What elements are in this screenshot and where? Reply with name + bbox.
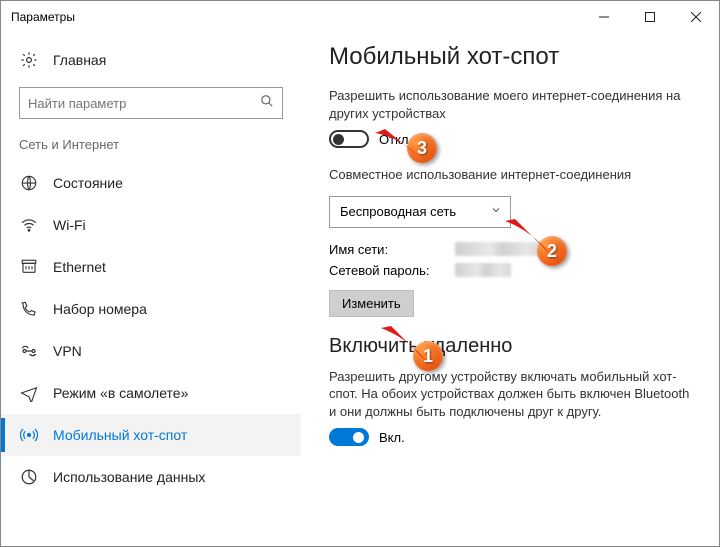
combo-value: Беспроводная сеть [340,204,456,219]
airplane-icon [19,384,39,402]
chevron-down-icon [490,204,502,219]
hotspot-icon [19,426,39,444]
ethernet-icon [19,258,39,276]
close-button[interactable] [673,1,719,33]
page-title: Мобильный хот-спот [329,43,697,71]
maximize-button[interactable] [627,1,673,33]
network-password-label: Сетевой пароль: [329,263,449,278]
sidebar-item-hotspot[interactable]: Мобильный хот-спот [1,414,301,456]
network-name-label: Имя сети: [329,242,449,257]
nav-list: Состояние Wi-Fi Ethernet Набор номера VP… [1,162,301,498]
section-label: Сеть и Интернет [1,131,301,162]
sidebar-item-label: Ethernet [53,259,106,275]
remote-toggle-label: Вкл. [379,430,405,445]
sidebar-item-datausage[interactable]: Использование данных [1,456,301,498]
globe-icon [19,174,39,192]
sidebar-item-ethernet[interactable]: Ethernet [1,246,301,288]
datausage-icon [19,468,39,486]
main-panel: Мобильный хот-спот Разрешить использован… [301,33,719,546]
dialup-icon [19,300,39,318]
titlebar: Параметры [1,1,719,33]
wifi-icon [19,216,39,234]
minimize-button[interactable] [581,1,627,33]
sidebar-item-label: VPN [53,343,82,359]
edit-button[interactable]: Изменить [329,290,414,317]
share-description: Разрешить использование моего интернет-с… [329,87,697,122]
share-toggle-label: Откл. [379,132,412,147]
sidebar-item-label: Wi-Fi [53,217,86,233]
window-title: Параметры [11,10,75,24]
sidebar-item-label: Мобильный хот-спот [53,427,187,443]
sidebar: Главная Сеть и Интернет Состояние Wi-Fi … [1,33,301,546]
remote-toggle[interactable] [329,428,369,446]
window-buttons [581,1,719,33]
sidebar-item-dialup[interactable]: Набор номера [1,288,301,330]
gear-icon [19,51,39,69]
sidebar-item-label: Набор номера [53,301,147,317]
sidebar-item-label: Использование данных [53,469,205,485]
sidebar-item-status[interactable]: Состояние [1,162,301,204]
search-field[interactable] [28,96,260,111]
vpn-icon [19,342,39,360]
network-name-value [455,242,543,256]
remote-description: Разрешить другому устройству включать мо… [329,368,697,421]
connection-combo[interactable]: Беспроводная сеть [329,196,511,228]
sidebar-item-label: Состояние [53,175,123,191]
search-icon [260,94,274,113]
home-link[interactable]: Главная [1,41,301,79]
sidebar-item-vpn[interactable]: VPN [1,330,301,372]
sidebar-item-label: Режим «в самолете» [53,385,188,401]
sidebar-item-wifi[interactable]: Wi-Fi [1,204,301,246]
remote-heading: Включить удаленно [329,335,697,358]
sidebar-item-airplane[interactable]: Режим «в самолете» [1,372,301,414]
network-password-value [455,263,511,277]
share-from-label: Совместное использование интернет-соедин… [329,166,697,184]
home-label: Главная [53,52,106,68]
search-input[interactable] [19,87,283,119]
share-toggle[interactable] [329,130,369,148]
